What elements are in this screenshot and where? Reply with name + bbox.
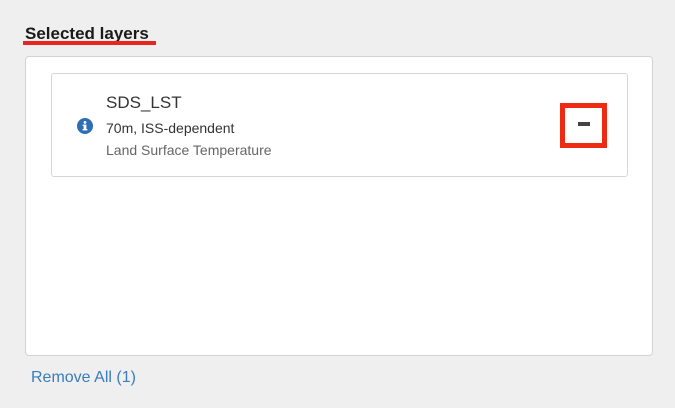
layer-card: SDS_LST 70m, ISS-dependent Land Surface … [51, 73, 628, 177]
layer-resolution: 70m, ISS-dependent [106, 120, 235, 136]
section-title-underline [23, 41, 156, 45]
info-circle-icon[interactable] [77, 118, 93, 134]
layer-name: SDS_LST [106, 93, 182, 112]
selected-layers-panel: SDS_LST 70m, ISS-dependent Land Surface … [25, 56, 653, 356]
minus-icon [578, 122, 590, 126]
remove-all-link[interactable]: Remove All (1) [31, 368, 136, 388]
remove-layer-button[interactable] [560, 103, 607, 148]
layer-description: Land Surface Temperature [106, 142, 272, 158]
